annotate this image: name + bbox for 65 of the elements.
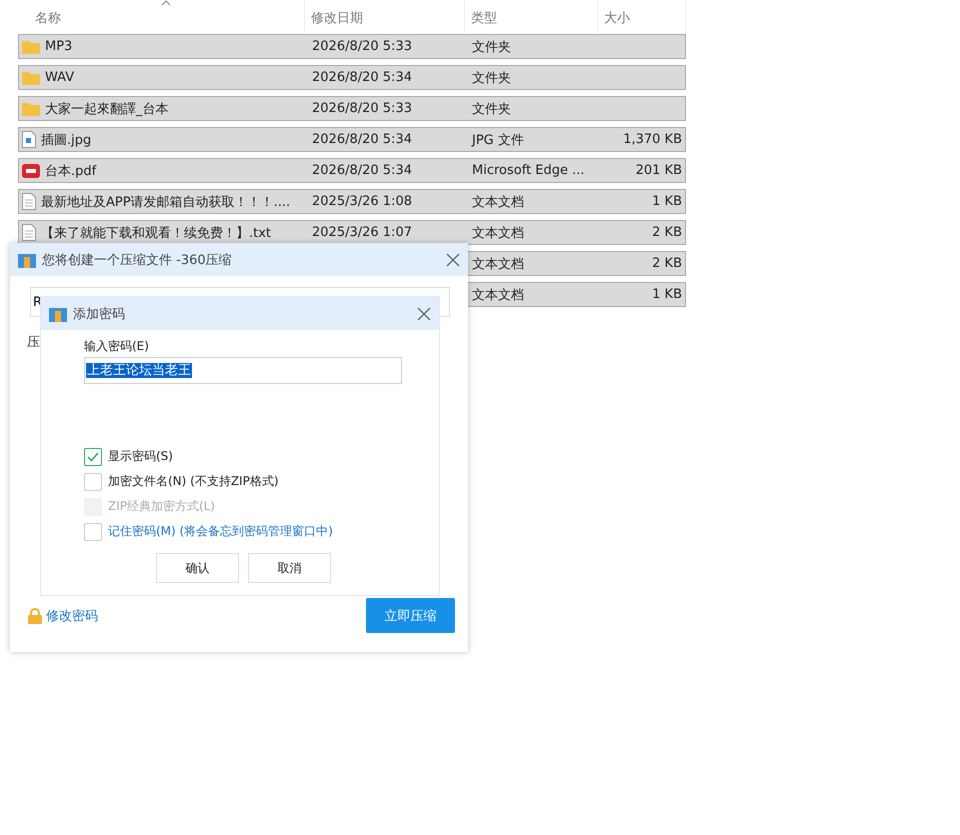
file-date: 2026/8/20 5:34 [311, 132, 413, 147]
file-type: 文件夹 [471, 100, 512, 118]
dialog-button[interactable]: 取消 [248, 553, 331, 583]
pdf-file-icon [22, 164, 40, 178]
check-icon [87, 452, 99, 462]
file-type: JPG 文件 [470, 132, 525, 148]
folder-icon [22, 101, 40, 116]
file-row[interactable]: 台本.pdf 2026/8/20 5:34 Microsoft Edge ... 201 KB [18, 158, 686, 183]
close-icon[interactable] [446, 252, 460, 266]
file-date: 2026/8/20 5:33 [311, 39, 413, 54]
file-type: 文本文档 [471, 194, 525, 210]
file-row[interactable]: 大家一起來翻譯_台本 2026/8/20 5:33 文件夹 [18, 96, 686, 121]
dialog-title: 您将创建一个压缩文件 -360压缩 [42, 252, 233, 268]
checkbox[interactable] [84, 522, 102, 540]
file-name: 台本.pdf [45, 162, 96, 180]
archive-icon [49, 306, 67, 322]
lock-icon [28, 608, 42, 624]
file-row[interactable]: MP3 2026/8/20 5:33 文件夹 [18, 34, 686, 59]
file-date: 2026/8/20 5:34 [311, 70, 413, 85]
file-name: 插圖.jpg [41, 132, 92, 148]
file-row[interactable]: 最新地址及APP请发邮箱自动获取！！！.... 2025/3/26 1:08 文本文档 1 KB [18, 189, 686, 214]
file-date: 2026/8/20 5:34 [311, 163, 413, 178]
file-type: Microsoft Edge ... [471, 163, 586, 178]
password-field[interactable]: 上老王论坛当老王 [84, 357, 402, 384]
file-name: WAV [45, 70, 74, 85]
dialog-title: 添加密码 [73, 306, 126, 322]
file-size: 2 KB [651, 256, 683, 271]
change-password-link[interactable]: 修改密码 [46, 606, 98, 624]
file-row[interactable]: WAV 2026/8/20 5:34 文件夹 [18, 65, 686, 90]
file-type: 文本文档 [471, 286, 525, 304]
file-date: 2025/3/26 1:07 [311, 225, 413, 240]
option-label: 记住密码(M) (将会备忘到密码管理窗口中) [108, 523, 333, 540]
file-size: 1 KB [651, 194, 683, 209]
file-type: 文本文档 [471, 256, 525, 272]
file-type: 文件夹 [471, 70, 512, 86]
file-size: 1 KB [651, 287, 683, 302]
file-row[interactable]: 【来了就能下载和观看！续免费！】.txt 2025/3/26 1:07 文本文档 2 KB [18, 220, 686, 245]
image-file-icon [22, 131, 36, 148]
file-row[interactable]: 插圖.jpg 2026/8/20 5:34 JPG 文件 1,370 KB [18, 127, 686, 152]
field-label: 输入密码(E) [84, 338, 150, 355]
file-type: 文件夹 [471, 38, 512, 56]
file-size: 1,370 KB [622, 132, 683, 147]
file-type: 文本文档 [471, 224, 525, 242]
file-date: 2026/8/20 5:33 [311, 101, 413, 116]
checkbox[interactable] [84, 472, 102, 490]
text-file-icon [22, 193, 36, 210]
folder-icon [22, 39, 40, 54]
folder-icon [22, 70, 40, 85]
option-label: ZIP经典加密方式(L) [108, 498, 216, 515]
option-label: 加密文件名(N) (不支持ZIP格式) [108, 473, 279, 490]
close-icon[interactable] [417, 306, 431, 320]
sort-caret-icon [161, 0, 171, 6]
file-name: MP3 [45, 39, 72, 54]
field-label: 压 [27, 334, 40, 351]
dialog-button[interactable]: 确认 [156, 553, 239, 583]
option-label: 显示密码(S) [108, 448, 173, 465]
file-name: 【来了就能下载和观看！续免费！】.txt [41, 224, 272, 242]
file-size: 2 KB [651, 225, 683, 240]
checkbox[interactable] [84, 448, 102, 466]
text-file-icon [22, 224, 36, 241]
file-date: 2025/3/26 1:08 [311, 194, 413, 209]
file-name: 大家一起來翻譯_台本 [45, 100, 168, 118]
file-size: 201 KB [634, 163, 683, 178]
file-name: 最新地址及APP请发邮箱自动获取！！！.... [41, 194, 290, 210]
archive-icon [18, 252, 36, 268]
